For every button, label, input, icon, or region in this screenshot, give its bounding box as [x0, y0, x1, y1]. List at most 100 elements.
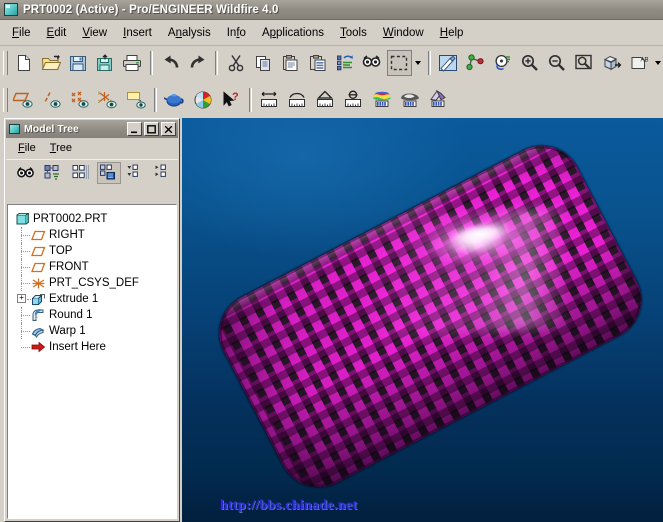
- measure-diameter-button[interactable]: [341, 87, 367, 113]
- menu-applications[interactable]: Applications: [254, 24, 332, 42]
- repaint-button[interactable]: [436, 50, 461, 76]
- graphics-viewport[interactable]: http://bbs.chinade.net: [182, 118, 663, 522]
- extrude-icon: [30, 291, 47, 307]
- find-button[interactable]: [359, 50, 384, 76]
- tree-node-label: PRT_CSYS_DEF: [49, 277, 139, 289]
- zoom-in-button[interactable]: [517, 50, 542, 76]
- menu-analysis[interactable]: Analysis: [160, 24, 219, 42]
- refit-button[interactable]: [572, 50, 597, 76]
- toolbar-separator: [427, 51, 431, 75]
- menu-window[interactable]: Window: [375, 24, 432, 42]
- csys-display-button[interactable]: y z x: [95, 87, 121, 113]
- reflection-analysis-button[interactable]: [397, 87, 423, 113]
- model-surface: [205, 132, 655, 501]
- svg-text:?: ?: [232, 91, 239, 103]
- tree-node-front[interactable]: FRONT: [14, 259, 176, 275]
- tree-node-warp[interactable]: Warp 1: [14, 323, 176, 339]
- tree-indent: +: [14, 291, 31, 307]
- measure-distance-button[interactable]: [257, 87, 283, 113]
- chevron-down-icon[interactable]: [652, 50, 663, 76]
- tree-find-button[interactable]: [14, 162, 38, 184]
- new-file-button[interactable]: [11, 50, 36, 76]
- insert-here-arrow-icon: [30, 339, 47, 355]
- tree-node-label: PRT0002.PRT: [33, 213, 108, 225]
- datum-plane-icon: [30, 243, 47, 259]
- tree-node-label: TOP: [49, 245, 73, 257]
- draft-analysis-button[interactable]: [425, 87, 451, 113]
- menu-insert[interactable]: Insert: [115, 24, 160, 42]
- model-tree-titlebar[interactable]: Model Tree: [6, 120, 178, 138]
- paste-button[interactable]: [278, 50, 303, 76]
- tree-node-top[interactable]: TOP: [14, 243, 176, 259]
- chevron-down-icon[interactable]: [413, 50, 424, 76]
- menu-edit[interactable]: Edit: [39, 24, 75, 42]
- warp-icon: [30, 323, 47, 339]
- saved-views-button[interactable]: [599, 50, 624, 76]
- model-tree-menu-tree[interactable]: Tree: [43, 140, 79, 156]
- annotation-button[interactable]: AB: [626, 50, 651, 76]
- menu-tools[interactable]: Tools: [332, 24, 375, 42]
- render-teapot-button[interactable]: [162, 87, 188, 113]
- part-icon: [14, 211, 31, 227]
- selection-filter-button[interactable]: [386, 50, 412, 76]
- tree-node-insert-here[interactable]: Insert Here: [14, 339, 176, 355]
- redo-button[interactable]: [185, 50, 210, 76]
- toolbar-grip[interactable]: [3, 51, 8, 75]
- measure-angle-button[interactable]: [313, 87, 339, 113]
- print-button[interactable]: [120, 50, 145, 76]
- tree-expand-button[interactable]: [152, 162, 176, 184]
- paste-special-button[interactable]: [305, 50, 330, 76]
- model-tree-window: Model Tree File Tree PRT0002.PRT RIGHT T…: [4, 118, 180, 522]
- reorient-button[interactable]: [490, 50, 515, 76]
- appearance-gallery-button[interactable]: [190, 87, 216, 113]
- save-a-copy-button[interactable]: [93, 50, 118, 76]
- curvature-analysis-button[interactable]: [369, 87, 395, 113]
- maximize-button[interactable]: [144, 122, 159, 136]
- tree-layers-button[interactable]: [96, 162, 121, 184]
- rounded-slab-model[interactable]: [182, 118, 663, 522]
- open-file-button[interactable]: [38, 50, 63, 76]
- toolbar-separator: [249, 88, 252, 112]
- menu-file[interactable]: File: [4, 24, 39, 42]
- minimize-button[interactable]: [127, 122, 142, 136]
- menu-help[interactable]: Help: [432, 24, 472, 42]
- tree-filters-button[interactable]: [42, 162, 66, 184]
- measure-length-button[interactable]: [285, 87, 311, 113]
- tree-node-extrude[interactable]: + Extrude 1: [14, 291, 176, 307]
- tree-indent: [14, 227, 30, 243]
- cut-button[interactable]: [223, 50, 248, 76]
- toolbar-separator: [215, 51, 219, 75]
- menu-view[interactable]: View: [74, 24, 115, 42]
- undo-button[interactable]: [158, 50, 183, 76]
- tree-indent: [14, 339, 30, 355]
- tree-node-label: Round 1: [49, 309, 93, 321]
- tree-node-right[interactable]: RIGHT: [14, 227, 176, 243]
- model-bottom-shading: [205, 132, 655, 501]
- close-button[interactable]: [161, 122, 176, 136]
- copy-button[interactable]: [251, 50, 276, 76]
- tree-node-label: Warp 1: [49, 325, 86, 337]
- tree-columns-button[interactable]: [69, 162, 93, 184]
- tree-node-csys[interactable]: PRT_CSYS_DEF: [14, 275, 176, 291]
- round-icon: [30, 307, 47, 323]
- datum-axis-display-button[interactable]: [39, 87, 65, 113]
- menu-info[interactable]: Info: [219, 24, 254, 42]
- model-tree-body[interactable]: PRT0002.PRT RIGHT TOP FRONT PRT_CSYS_DEF…: [7, 204, 177, 519]
- spin-center-button[interactable]: [463, 50, 488, 76]
- model-tree-menu-file[interactable]: File: [11, 140, 43, 156]
- tree-node-part[interactable]: PRT0002.PRT: [14, 211, 176, 227]
- zoom-out-button[interactable]: [544, 50, 569, 76]
- tree-expander-button[interactable]: +: [17, 294, 26, 303]
- save-button[interactable]: [65, 50, 90, 76]
- part-icon: [4, 3, 18, 16]
- datum-plane-icon: [30, 259, 47, 275]
- tree-node-round[interactable]: Round 1: [14, 307, 176, 323]
- regenerate-button[interactable]: [332, 50, 357, 76]
- datum-point-display-button[interactable]: [67, 87, 93, 113]
- plane-tag-display-button[interactable]: z: [123, 87, 149, 113]
- context-help-button[interactable]: ?: [218, 87, 244, 113]
- toolbar-grip[interactable]: [3, 88, 8, 112]
- tree-collapse-button[interactable]: [125, 162, 149, 184]
- model-tree-menubar: File Tree: [6, 139, 178, 157]
- datum-plane-display-button[interactable]: [11, 87, 37, 113]
